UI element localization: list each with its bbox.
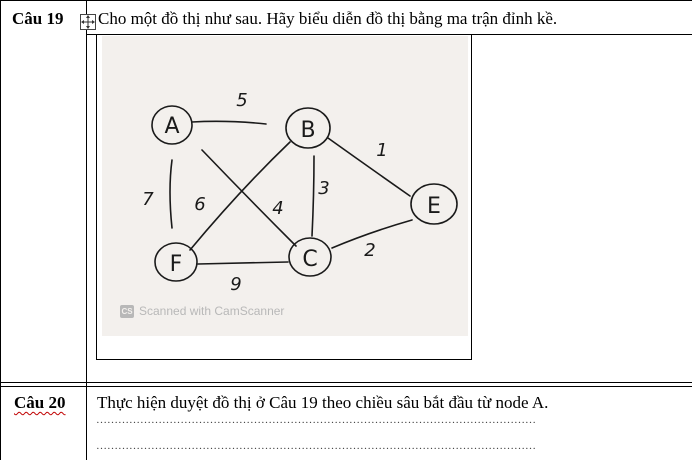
node-label-c: C bbox=[302, 247, 317, 272]
watermark: CS Scanned with CamScanner bbox=[120, 304, 284, 318]
edge-weight-f-c: 9 bbox=[230, 274, 241, 295]
node-label-f: F bbox=[170, 252, 183, 277]
edge-weight-a-c: 4 bbox=[272, 198, 283, 219]
question-20-label: Câu 20 bbox=[14, 393, 65, 413]
answer-line-2[interactable]: ………………………………………………………………………………………………………… bbox=[96, 440, 690, 452]
question-20-text: Thực hiện duyệt đồ thị ở Câu 19 theo chi… bbox=[97, 393, 549, 412]
edge-b-c bbox=[311, 155, 315, 237]
node-label-b: B bbox=[300, 118, 315, 143]
question-20-label-text: Câu 20 bbox=[14, 393, 66, 412]
watermark-text: Scanned with CamScanner bbox=[139, 304, 285, 318]
edge-a-f bbox=[169, 159, 173, 229]
answer-line-1[interactable]: ………………………………………………………………………………………………………… bbox=[96, 414, 690, 426]
edge-weight-a-f: 7 bbox=[142, 189, 154, 210]
graph-drawing: A B E F C 5 1 7 6 4 3 9 2 bbox=[142, 90, 458, 295]
edge-weight-c-e: 2 bbox=[364, 240, 375, 261]
edge-b-e bbox=[327, 137, 411, 197]
node-label-a: A bbox=[164, 114, 179, 139]
node-label-e: E bbox=[427, 194, 441, 219]
edge-a-b bbox=[191, 120, 267, 125]
edge-weight-b-c: 3 bbox=[318, 178, 329, 199]
camscanner-logo-icon: CS bbox=[120, 304, 134, 318]
edge-weight-a-b: 5 bbox=[236, 90, 247, 111]
edge-weight-b-e: 1 bbox=[376, 140, 387, 161]
edge-weight-b-f: 6 bbox=[194, 194, 205, 215]
edge-f-c bbox=[197, 261, 289, 265]
